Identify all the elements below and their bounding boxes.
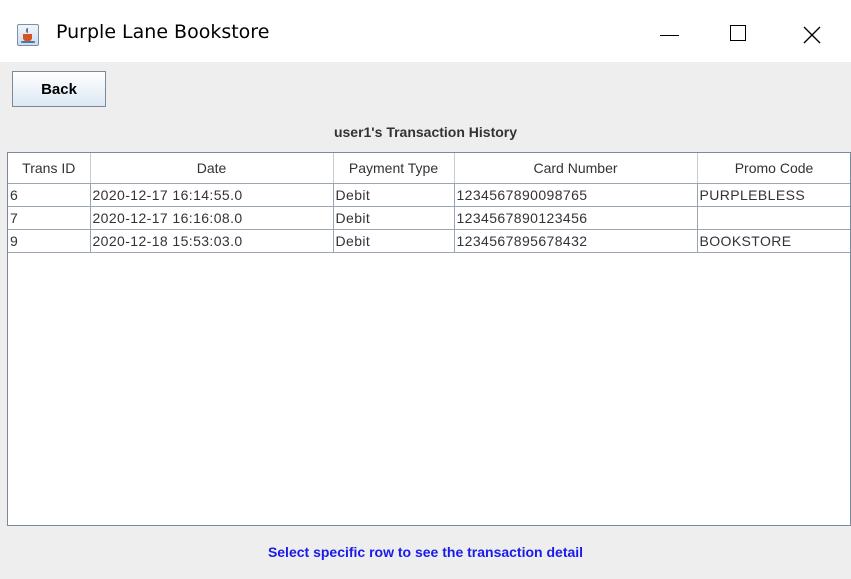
history-title: user1's Transaction History (333, 124, 518, 140)
cell-trans-id: 6 (8, 183, 91, 207)
cell-payment-type: Debit (333, 206, 455, 230)
table-row[interactable]: 9 2020-12-18 15:53:03.0 Debit 1234567895… (8, 229, 850, 253)
minimize-button[interactable] (646, 16, 692, 54)
column-header-promo-code[interactable]: Promo Code (697, 153, 850, 184)
selection-hint: Select specific row to see the transacti… (267, 544, 584, 560)
transaction-table[interactable]: Trans ID Date Payment Type Card Number P… (8, 153, 850, 253)
column-header-trans-id[interactable]: Trans ID (8, 153, 91, 184)
table-header-row: Trans ID Date Payment Type Card Number P… (8, 153, 850, 184)
column-header-date[interactable]: Date (90, 153, 334, 184)
cell-date: 2020-12-17 16:14:55.0 (90, 183, 334, 207)
cell-card-number: 1234567890098765 (454, 183, 698, 207)
java-cup-icon (17, 24, 39, 46)
cell-payment-type: Debit (333, 229, 455, 253)
column-header-payment-type[interactable]: Payment Type (333, 153, 455, 184)
cell-promo-code: BOOKSTORE (697, 229, 850, 253)
cell-promo-code (697, 206, 850, 230)
window-title: Purple Lane Bookstore (56, 21, 270, 43)
maximize-icon (730, 25, 746, 41)
close-icon (803, 26, 821, 44)
transaction-table-scrollpane[interactable]: Trans ID Date Payment Type Card Number P… (7, 152, 851, 526)
column-header-card-number[interactable]: Card Number (454, 153, 698, 184)
cell-trans-id: 9 (8, 229, 91, 253)
cell-trans-id: 7 (8, 206, 91, 230)
cell-payment-type: Debit (333, 183, 455, 207)
title-bar: Purple Lane Bookstore (0, 0, 851, 62)
cell-date: 2020-12-18 15:53:03.0 (90, 229, 334, 253)
cell-card-number: 1234567890123456 (454, 206, 698, 230)
back-button[interactable]: Back (12, 71, 106, 107)
table-row[interactable]: 7 2020-12-17 16:16:08.0 Debit 1234567890… (8, 206, 850, 230)
main-panel: Back user1's Transaction History Trans I… (0, 62, 851, 579)
cell-date: 2020-12-17 16:16:08.0 (90, 206, 334, 230)
maximize-button[interactable] (716, 16, 762, 54)
cell-card-number: 1234567895678432 (454, 229, 698, 253)
minimize-icon (660, 35, 679, 36)
close-button[interactable] (797, 16, 843, 54)
table-row[interactable]: 6 2020-12-17 16:14:55.0 Debit 1234567890… (8, 183, 850, 207)
cell-promo-code: PURPLEBLESS (697, 183, 850, 207)
